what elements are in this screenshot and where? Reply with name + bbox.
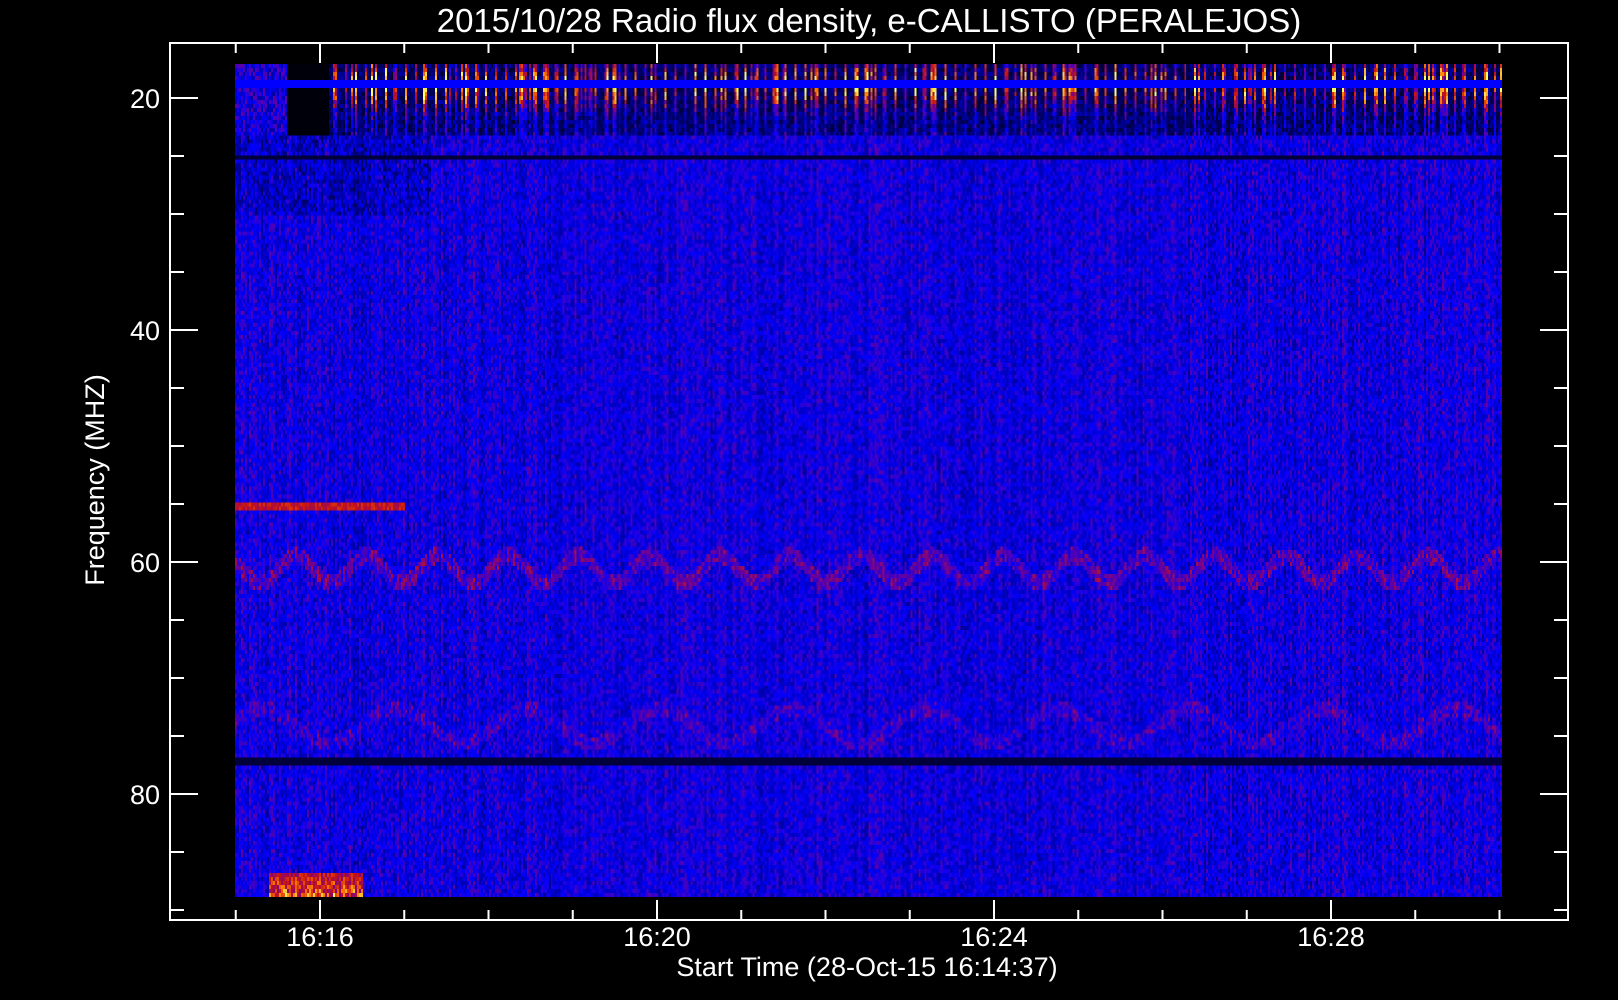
x-tick-label: 16:20 — [623, 922, 691, 952]
x-tick-label: 16:16 — [286, 922, 354, 952]
y-tick-label: 20 — [130, 84, 160, 114]
y-axis-label: Frequency (MHZ) — [80, 374, 110, 586]
x-axis-label: Start Time (28-Oct-15 16:14:37) — [676, 952, 1057, 982]
y-tick-label: 80 — [130, 780, 160, 810]
spectrogram-figure: 2015/10/28 Radio flux density, e-CALLIST… — [0, 0, 1618, 1000]
plot-frame — [169, 42, 1569, 921]
chart-title: 2015/10/28 Radio flux density, e-CALLIST… — [437, 2, 1302, 39]
y-tick-label: 40 — [130, 316, 160, 346]
y-tick-label: 60 — [130, 548, 160, 578]
chart-axes: 2015/10/28 Radio flux density, e-CALLIST… — [80, 2, 1569, 982]
x-tick-label: 16:28 — [1297, 922, 1365, 952]
x-tick-label: 16:24 — [960, 922, 1028, 952]
